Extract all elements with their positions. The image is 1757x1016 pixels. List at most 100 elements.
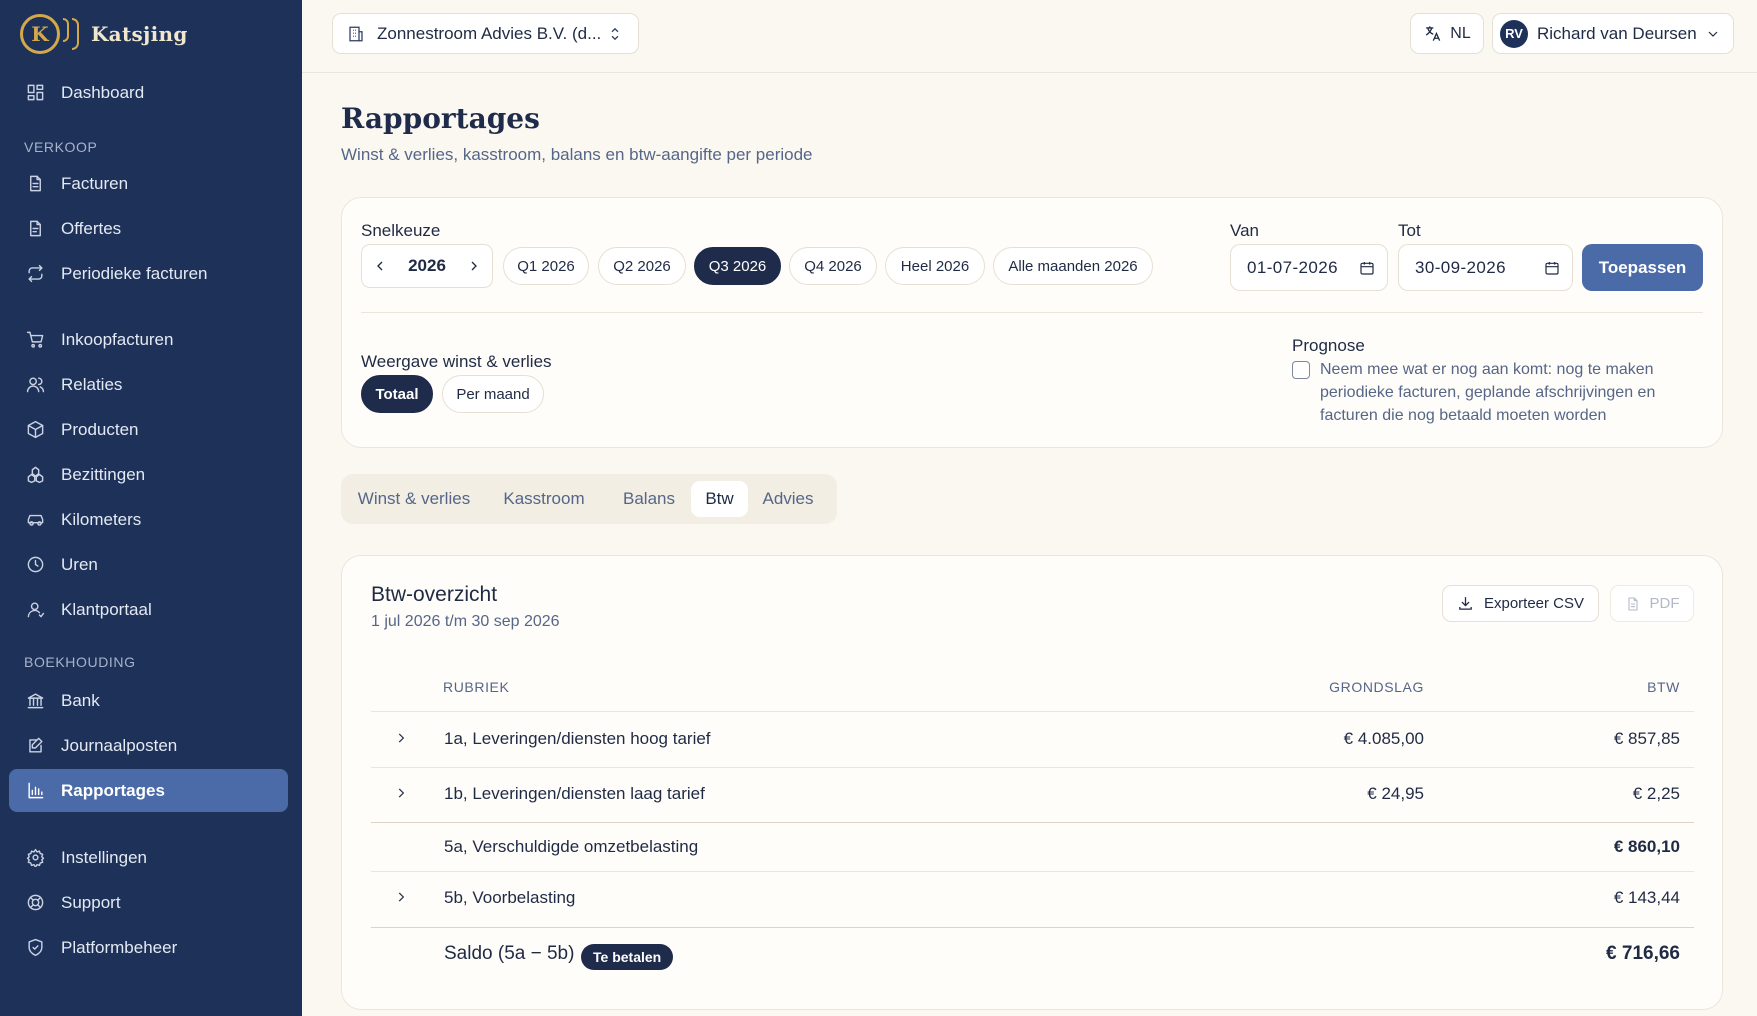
header-vat: BTW — [1647, 679, 1680, 695]
sidebar-item-label: Platformbeheer — [61, 937, 178, 957]
sidebar-item-label: Offertes — [61, 218, 122, 238]
invoice-icon — [25, 174, 45, 194]
section-sales: VERKOOP — [24, 139, 98, 155]
sidebar-item-facturen[interactable]: Facturen — [9, 162, 288, 205]
table-row-vat: € 2,25 — [1632, 784, 1680, 803]
chevron-right-icon[interactable] — [466, 258, 482, 274]
sidebar-item-offertes[interactable]: Offertes — [9, 207, 288, 250]
chart-icon — [25, 781, 45, 801]
sidebar-item-uren[interactable]: Uren — [9, 543, 288, 586]
organization-select[interactable]: Zonnestroom Advies B.V. (d... — [332, 13, 639, 54]
dashboard-icon — [25, 83, 45, 103]
language-button[interactable]: NL — [1410, 13, 1484, 54]
sidebar-item-label: Uren — [61, 554, 98, 574]
sidebar-item-dashboard[interactable]: Dashboard — [9, 71, 288, 114]
calendar-icon[interactable] — [1359, 260, 1375, 276]
quick-option-q3[interactable]: Q3 2026 — [694, 247, 781, 285]
table-row-base: € 4.085,00 — [1343, 729, 1424, 748]
pdf-label: PDF — [1649, 595, 1680, 612]
vat-overview-card: Btw-overzicht 1 jul 2026 t/m 30 sep 2026… — [341, 555, 1723, 1010]
repeat-icon — [25, 264, 45, 284]
sidebar-item-instellingen[interactable]: Instellingen — [9, 836, 288, 879]
car-icon — [25, 510, 45, 530]
table-row-vat: € 143,44 — [1613, 888, 1680, 907]
sidebar-item-inkoopfacturen[interactable]: Inkoopfacturen — [9, 318, 288, 361]
tab-kasstroom[interactable]: Kasstroom — [487, 481, 601, 517]
quick-option-all-months[interactable]: Alle maanden 2026 — [993, 247, 1153, 285]
sidebar-item-klantportaal[interactable]: Klantportaal — [9, 588, 288, 631]
sidebar-item-producten[interactable]: Producten — [9, 408, 288, 451]
logo-waves-icon — [63, 18, 79, 50]
sidebar-item-rapportages[interactable]: Rapportages — [9, 769, 288, 812]
sidebar-item-kilometers[interactable]: Kilometers — [9, 498, 288, 541]
sidebar-item-label: Dashboard — [61, 82, 145, 102]
section-accounting: BOEKHOUDING — [24, 654, 136, 670]
sidebar-item-journaalposten[interactable]: Journaalposten — [9, 724, 288, 767]
calendar-icon[interactable] — [1544, 260, 1560, 276]
logo-mark: K — [20, 14, 60, 54]
chevron-down-icon — [1708, 31, 1718, 37]
chevron-right-icon[interactable] — [394, 890, 408, 904]
to-date-value: 30-09-2026 — [1415, 257, 1506, 277]
quick-option-q1[interactable]: Q1 2026 — [503, 247, 589, 285]
sidebar-item-label: Relaties — [61, 374, 123, 394]
vat-overview-title: Btw-overzicht — [371, 583, 498, 606]
year-stepper: 2026 — [361, 244, 493, 288]
tab-balans[interactable]: Balans — [609, 481, 689, 517]
quote-icon — [25, 219, 45, 239]
year-value: 2026 — [408, 256, 446, 275]
table-row-base: € 24,95 — [1367, 784, 1424, 803]
pdf-button[interactable]: PDF — [1610, 585, 1694, 622]
sidebar-item-label: Bezittingen — [61, 464, 146, 484]
clock-icon — [25, 555, 45, 575]
brand-name: Katsjing — [91, 22, 188, 46]
tab-advies[interactable]: Advies — [753, 481, 823, 517]
sidebar-item-label: Support — [61, 892, 121, 912]
sidebar-item-platformbeheer[interactable]: Platformbeheer — [9, 926, 288, 969]
row-divider — [371, 767, 1694, 768]
assets-icon — [25, 465, 45, 485]
forecast-label: Prognose — [1292, 336, 1365, 355]
table-row-vat: € 860,10 — [1613, 837, 1680, 856]
sidebar-item-label: Klantportaal — [61, 599, 152, 619]
view-option-total[interactable]: Totaal — [361, 375, 433, 413]
filter-card: Snelkeuze 2026 Q1 2026 Q2 2026 Q3 2026 Q… — [341, 197, 1723, 448]
table-row-category: 1a, Leveringen/diensten hoog tarief — [444, 729, 711, 748]
view-option-per-month[interactable]: Per maand — [442, 375, 544, 413]
from-date-input[interactable]: 01-07-2026 — [1230, 244, 1388, 291]
tab-winst-verlies[interactable]: Winst & verlies — [349, 481, 479, 517]
brand-logo[interactable]: K Katsjing — [20, 14, 188, 54]
forecast-checkbox[interactable] — [1292, 361, 1310, 379]
quick-option-year[interactable]: Heel 2026 — [885, 247, 985, 285]
download-icon — [1459, 597, 1472, 610]
sidebar-item-periodieke-facturen[interactable]: Periodieke facturen — [9, 252, 288, 295]
export-csv-button[interactable]: Exporteer CSV — [1442, 585, 1599, 622]
users-icon — [25, 375, 45, 395]
sidebar-item-bezittingen[interactable]: Bezittingen — [9, 453, 288, 496]
avatar: RV — [1500, 19, 1528, 48]
quick-option-q2[interactable]: Q2 2026 — [598, 247, 686, 285]
chevron-right-icon[interactable] — [394, 786, 408, 800]
tab-btw[interactable]: Btw — [691, 481, 748, 517]
report-tabs: Winst & verlies Kasstroom Balans Btw Adv… — [341, 474, 837, 524]
gear-icon — [25, 848, 45, 868]
apply-button[interactable]: Toepassen — [1582, 244, 1703, 291]
quick-select-label: Snelkeuze — [361, 221, 441, 240]
from-label: Van — [1230, 221, 1259, 240]
user-menu-button[interactable]: RV Richard van Deursen — [1492, 13, 1734, 54]
chevron-up-down-icon — [611, 27, 619, 41]
user-icon — [25, 600, 45, 620]
row-divider — [371, 871, 1694, 872]
row-divider — [371, 822, 1694, 823]
bank-icon — [25, 691, 45, 711]
sidebar-item-label: Inkoopfacturen — [61, 329, 174, 349]
sidebar-item-relaties[interactable]: Relaties — [9, 363, 288, 406]
to-date-input[interactable]: 30-09-2026 — [1398, 244, 1573, 291]
sidebar-item-support[interactable]: Support — [9, 881, 288, 924]
sidebar-item-bank[interactable]: Bank — [9, 679, 288, 722]
quick-option-q4[interactable]: Q4 2026 — [789, 247, 877, 285]
table-row-vat: € 857,85 — [1613, 729, 1680, 748]
chevron-left-icon[interactable] — [372, 258, 388, 274]
chevron-right-icon[interactable] — [394, 731, 408, 745]
cart-icon — [25, 330, 45, 350]
